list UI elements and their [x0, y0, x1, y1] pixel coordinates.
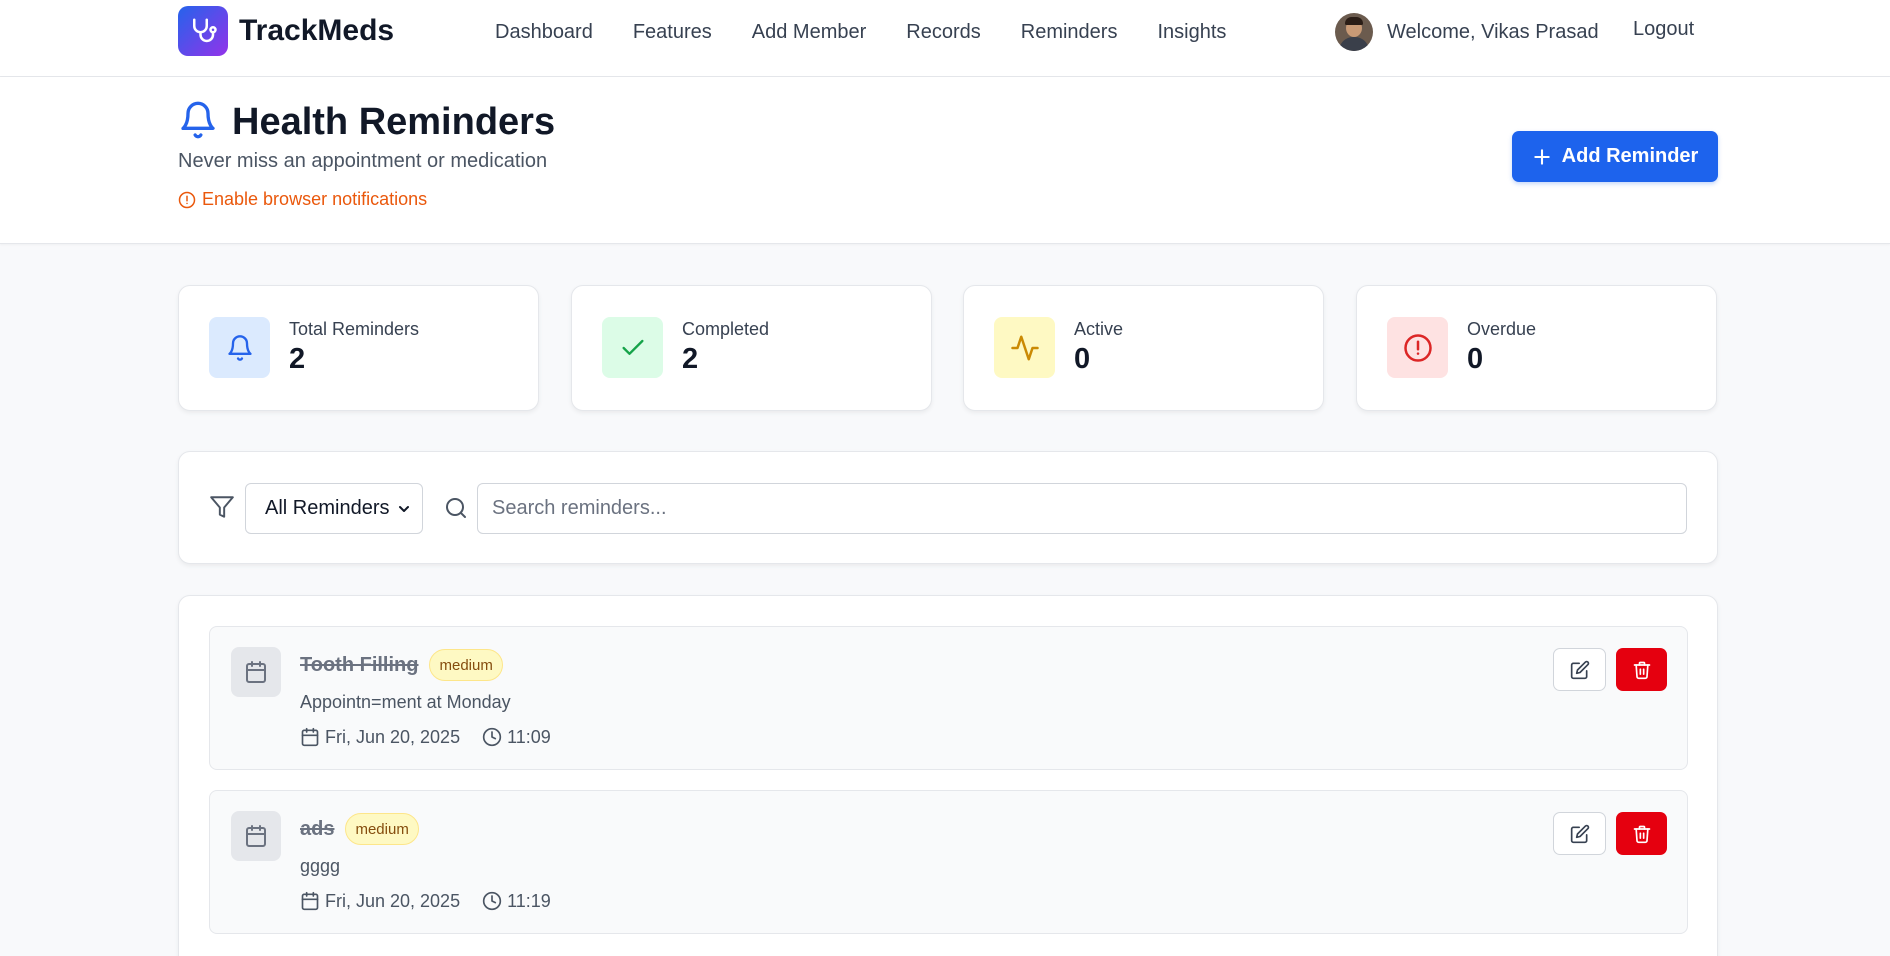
alert-circle-icon [178, 191, 196, 208]
search-icon [444, 496, 468, 525]
stat-label: Overdue [1467, 319, 1537, 339]
enable-notifications-label: Enable browser notifications [202, 189, 428, 209]
page-subtitle: Never miss an appointment or medication [178, 150, 548, 172]
nav-link-dashboard[interactable]: Dashboard [495, 21, 593, 44]
user-menu[interactable]: Welcome, Vikas Prasad [1335, 13, 1599, 51]
reminder-filter-value: All Reminders [265, 497, 390, 519]
alert-circle-icon [1387, 317, 1448, 378]
plus-icon [1533, 148, 1550, 165]
add-reminder-button[interactable]: Add Reminder [1512, 131, 1718, 182]
nav-link-insights[interactable]: Insights [1157, 21, 1226, 44]
stat-value: 0 [1074, 343, 1091, 375]
filter-bar: All Reminders [178, 451, 1718, 564]
page-title: Health Reminders [232, 100, 556, 143]
activity-icon [994, 317, 1055, 378]
welcome-text: Welcome, Vikas Prasad [1387, 20, 1599, 43]
logout-link[interactable]: Logout [1633, 18, 1694, 41]
clock-icon [482, 727, 502, 747]
stethoscope-icon [178, 6, 228, 56]
reminder-title: ads [300, 817, 335, 840]
page-header: Health Reminders Never miss an appointme… [0, 77, 1890, 244]
nav-link-reminders[interactable]: Reminders [1021, 21, 1118, 44]
search-input[interactable] [477, 483, 1687, 534]
filter-icon [209, 494, 235, 525]
item-title-row: Tooth Filling medium [300, 649, 503, 681]
stat-value: 2 [682, 343, 699, 375]
add-reminder-label: Add Reminder [1561, 145, 1699, 167]
reminder-meta: Fri, Jun 20, 2025 11:19 [300, 889, 551, 913]
check-icon [602, 317, 663, 378]
edit-icon [1570, 660, 1589, 679]
bell-icon [209, 317, 270, 378]
stat-label: Completed [682, 319, 770, 339]
chevron-down-icon [399, 506, 409, 512]
trash-icon [1633, 661, 1650, 679]
stat-card-total: Total Reminders 2 [178, 285, 539, 411]
reminder-time: 11:19 [507, 890, 551, 911]
title-row: Health Reminders [178, 99, 555, 145]
nav-link-add-member[interactable]: Add Member [752, 21, 867, 44]
nav-links: Dashboard Features Add Member Records Re… [495, 18, 1266, 46]
delete-button[interactable] [1616, 812, 1667, 855]
stat-value: 2 [289, 343, 306, 375]
stat-label: Active [1074, 319, 1124, 339]
clock-icon [482, 891, 502, 911]
calendar-icon [301, 891, 319, 911]
reminder-meta: Fri, Jun 20, 2025 11:09 [300, 725, 551, 749]
enable-notifications-link[interactable]: Enable browser notifications [178, 189, 427, 210]
reminder-time: 11:09 [507, 726, 551, 747]
brand-name: TrackMeds [239, 14, 395, 47]
list-item: ads medium gggg Fri, Jun 20, 2025 11:19 [209, 790, 1688, 934]
calendar-icon [231, 811, 281, 861]
edit-icon [1570, 824, 1589, 843]
delete-button[interactable] [1616, 648, 1667, 691]
priority-badge: medium [345, 813, 419, 845]
item-title-row: ads medium [300, 813, 419, 845]
stat-card-overdue: Overdue 0 [1356, 285, 1717, 411]
avatar [1335, 13, 1373, 51]
reminder-filter-select[interactable]: All Reminders [245, 483, 423, 534]
list-item: Tooth Filling medium Appointn=ment at Mo… [209, 626, 1688, 770]
reminder-list: Tooth Filling medium Appointn=ment at Mo… [178, 595, 1718, 956]
nav-link-features[interactable]: Features [633, 21, 712, 44]
edit-button[interactable] [1553, 648, 1606, 691]
reminder-title: Tooth Filling [300, 653, 419, 676]
stat-card-active: Active 0 [963, 285, 1324, 411]
calendar-icon [301, 727, 319, 747]
calendar-icon [231, 647, 281, 697]
priority-badge: medium [429, 649, 503, 681]
brand[interactable]: TrackMeds [178, 6, 394, 56]
edit-button[interactable] [1553, 812, 1606, 855]
stat-card-completed: Completed 2 [571, 285, 932, 411]
top-navbar: TrackMeds Dashboard Features Add Member … [0, 0, 1890, 77]
stat-label: Total Reminders [289, 319, 420, 339]
reminder-description: gggg [300, 856, 341, 876]
trash-icon [1633, 825, 1650, 843]
bell-icon [178, 100, 218, 145]
nav-link-records[interactable]: Records [906, 21, 980, 44]
reminder-date: Fri, Jun 20, 2025 [325, 890, 461, 911]
reminder-date: Fri, Jun 20, 2025 [325, 726, 461, 747]
reminder-description: Appointn=ment at Monday [300, 692, 511, 712]
stat-value: 0 [1467, 343, 1484, 375]
